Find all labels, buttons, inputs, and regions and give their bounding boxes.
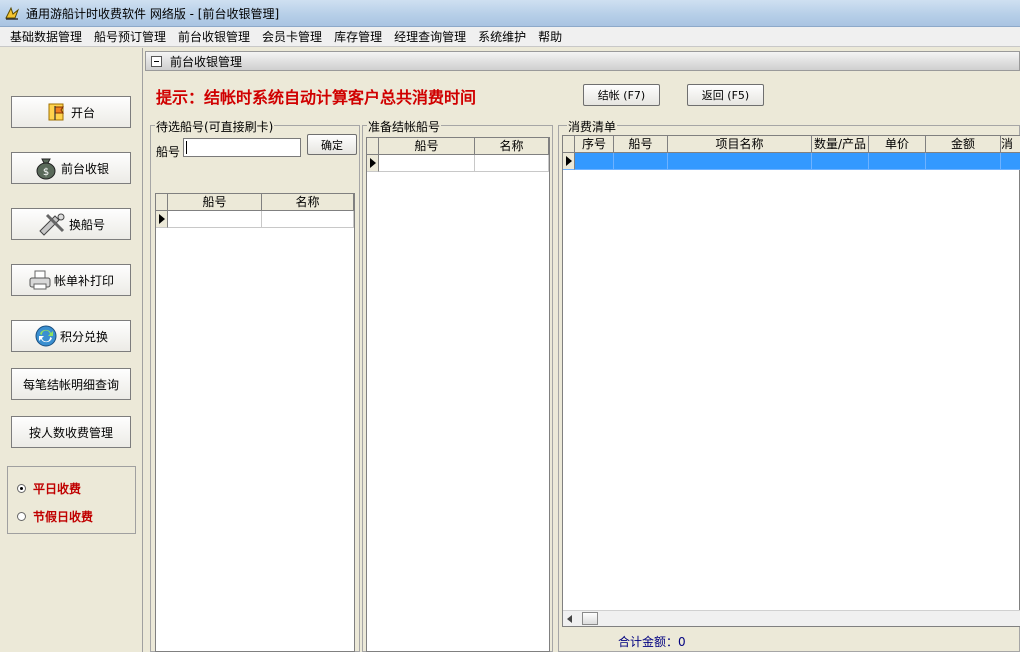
checkout-detail-query-button[interactable]: 每笔结帐明细查询 [11,368,131,400]
table-row[interactable] [367,155,549,172]
change-boat-label: 换船号 [68,217,105,232]
title-bar: 通用游船计时收费软件 网络版 - [前台收银管理] [0,0,1020,27]
points-exchange-button[interactable]: 积分兑换 [11,320,131,352]
column-header[interactable]: 名称 [262,194,354,210]
holiday-charge-radio[interactable]: 节假日收费 [17,508,93,525]
points-exchange-label: 积分兑换 [59,329,108,344]
open-table-button[interactable]: 开台 [11,96,131,128]
back-button[interactable]: 返回 (F5) [687,84,764,106]
menu-help[interactable]: 帮助 [532,28,568,45]
table-cell[interactable] [869,153,926,170]
checkout-detail-query-label: 每笔结帐明细查询 [22,377,119,392]
radio-dot-checked [17,484,26,493]
pending-boats-grid [155,193,355,652]
scroll-thumb[interactable] [582,612,598,625]
ready-boats-title: 准备结帐船号 [367,118,442,135]
panel-header: 前台收银管理 [145,51,1020,71]
column-header[interactable]: 数量/产品 [812,136,869,152]
flag-icon [48,103,64,121]
column-header[interactable]: 金额 [926,136,1001,152]
pending-boats-title: 待选船号(可直接刷卡) [155,118,275,135]
pending-grid-header: 船号 名称 [156,194,354,211]
column-header[interactable]: 船号 [168,194,262,210]
row-indicator-header [156,194,168,210]
table-cell[interactable] [926,153,1001,170]
table-cell[interactable] [262,211,354,228]
table-cell[interactable] [668,153,812,170]
holiday-charge-label: 节假日收费 [33,510,94,524]
table-row-selected[interactable] [563,153,1020,170]
row-pointer-icon [563,153,575,170]
table-cell[interactable] [475,155,549,172]
hint-text: 提示：结帐时系统自动计算客户总共消费时间 [156,88,477,107]
row-indicator-header [563,136,575,152]
ready-boats-grid [366,137,550,652]
table-row[interactable] [156,211,354,228]
tools-icon [39,213,65,236]
front-cashier-button[interactable]: $ 前台收银 [11,152,131,184]
open-table-label: 开台 [70,105,95,120]
total-amount: 合计金额：0 [618,635,686,649]
exchange-icon [35,325,57,347]
column-header[interactable]: 单价 [869,136,926,152]
menu-member-card[interactable]: 会员卡管理 [256,28,328,45]
confirm-button[interactable]: 确定 [307,134,357,155]
row-pointer-icon [367,155,379,172]
column-header[interactable]: 消 [1001,136,1020,152]
row-indicator-header [367,138,379,154]
menu-front-cashier[interactable]: 前台收银管理 [172,28,256,45]
weekday-charge-radio[interactable]: 平日收费 [17,480,81,497]
radio-dot-unchecked [17,512,26,521]
app-icon [5,6,20,20]
per-person-charge-label: 按人数收费管理 [28,425,113,440]
column-header[interactable]: 序号 [575,136,614,152]
ready-grid-header: 船号 名称 [367,138,549,155]
column-header[interactable]: 船号 [379,138,475,154]
change-boat-button[interactable]: 换船号 [11,208,131,240]
charge-mode-group: 平日收费 节假日收费 [7,466,136,534]
table-cell[interactable] [812,153,869,170]
menu-inventory[interactable]: 库存管理 [328,28,388,45]
per-person-charge-button[interactable]: 按人数收费管理 [11,416,131,448]
menu-basic-data[interactable]: 基础数据管理 [4,28,88,45]
menu-manager-query[interactable]: 经理查询管理 [388,28,472,45]
svg-text:$: $ [43,167,49,178]
table-cell[interactable] [614,153,668,170]
menu-system[interactable]: 系统维护 [472,28,532,45]
table-cell[interactable] [575,153,614,170]
printer-icon [29,270,51,290]
column-header[interactable]: 名称 [475,138,549,154]
collapse-icon[interactable] [151,55,162,67]
consumption-grid [562,135,1020,627]
money-bag-icon: $ [36,158,56,180]
window-title: 通用游船计时收费软件 网络版 - [前台收银管理] [26,6,280,21]
table-cell[interactable] [1001,153,1020,170]
consumption-grid-header: 序号 船号 项目名称 数量/产品 单价 金额 消 [563,136,1020,153]
column-header[interactable]: 项目名称 [668,136,812,152]
boat-number-input[interactable] [183,138,301,157]
reprint-bill-button[interactable]: 帐单补打印 [11,264,131,296]
consumption-title: 消费清单 [567,118,618,135]
horizontal-scrollbar[interactable] [563,610,1020,626]
table-cell[interactable] [168,211,262,228]
menu-bar: 基础数据管理 船号预订管理 前台收银管理 会员卡管理 库存管理 经理查询管理 系… [0,27,1020,47]
weekday-charge-label: 平日收费 [33,482,82,496]
menu-boat-booking[interactable]: 船号预订管理 [88,28,172,45]
left-panel: 开台 $ 前台收银 换船号 帐单补打印 积分兑换 每笔结帐明细查询 按人数收费管… [0,48,143,652]
reprint-bill-label: 帐单补打印 [53,273,114,288]
row-pointer-icon [156,211,168,228]
checkout-button[interactable]: 结帐 (F7) [583,84,660,106]
table-cell[interactable] [379,155,475,172]
scroll-left-icon[interactable] [567,615,572,623]
panel-header-title: 前台收银管理 [170,54,243,69]
column-header[interactable]: 船号 [614,136,668,152]
boat-number-label: 船号 [156,145,181,159]
front-cashier-label: 前台收银 [60,161,109,176]
